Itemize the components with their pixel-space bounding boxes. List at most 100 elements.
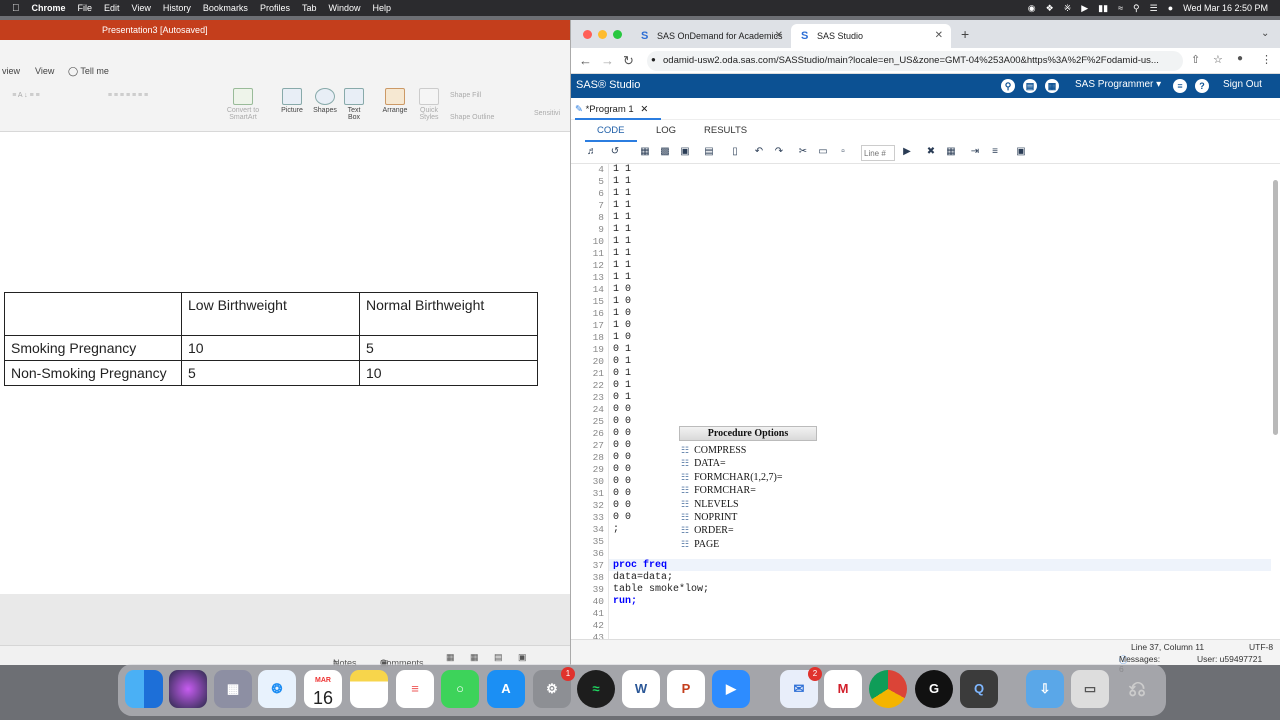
table-cell[interactable]: 10: [359, 360, 538, 386]
code-line[interactable]: 0 0: [613, 488, 631, 499]
table-cell[interactable]: Low Birthweight: [181, 292, 360, 336]
code-line[interactable]: 0 1: [613, 356, 631, 367]
indent-icon[interactable]: ⇥: [969, 146, 981, 158]
paragraph-controls[interactable]: ≡ ≡ ≡ ≡ ≡ ≡ ≡: [58, 92, 198, 99]
popup-option[interactable]: ☷ FORMCHAR=: [681, 485, 756, 496]
save-icon[interactable]: ▦: [639, 146, 651, 158]
mendeley-icon[interactable]: M: [824, 670, 862, 708]
share-icon[interactable]: ⇧: [1191, 53, 1200, 66]
popup-option[interactable]: ☷ DATA=: [681, 458, 726, 469]
table-cell[interactable]: [4, 292, 182, 336]
extension-icon[interactable]: ●: [1237, 53, 1243, 64]
popup-option[interactable]: ☷ FORMCHAR(1,2,7)=: [681, 472, 783, 483]
text-format-controls[interactable]: ≡ A ↓ ≡ ≡: [2, 92, 50, 99]
ribbon-tell-me[interactable]: ◯ Tell me: [68, 66, 109, 77]
launchpad-icon[interactable]: ▦: [214, 670, 252, 708]
procedure-options-popup[interactable]: Procedure Options ☷ COMPRESS ☷ DATA= ☷ FORMCH…: [679, 426, 817, 551]
quick-styles-button[interactable]: Quick Styles: [414, 88, 444, 121]
tab-log[interactable]: LOG: [656, 125, 676, 136]
back-icon[interactable]: ←: [579, 53, 592, 68]
app-store-icon[interactable]: A: [487, 670, 525, 708]
tab-results[interactable]: RESULTS: [704, 125, 747, 136]
finder-icon[interactable]: [125, 670, 163, 708]
clear-icon[interactable]: ✖: [925, 146, 937, 158]
code-line[interactable]: 1 0: [613, 308, 631, 319]
code-line[interactable]: 1 1: [613, 200, 631, 211]
popup-option[interactable]: ☷ NOPRINT: [681, 512, 737, 523]
word-icon[interactable]: W: [622, 670, 660, 708]
safari-icon[interactable]: ❂: [258, 670, 296, 708]
code-line[interactable]: 0 0: [613, 416, 631, 427]
menu-edit[interactable]: Edit: [104, 3, 120, 13]
slideshow-icon[interactable]: ▣: [518, 652, 527, 663]
code-line[interactable]: table smoke*low;: [613, 584, 709, 595]
reading-view-icon[interactable]: ▤: [494, 652, 503, 663]
siri-icon[interactable]: ●: [1168, 3, 1173, 13]
options-icon[interactable]: ▤: [1023, 79, 1037, 93]
forward-icon[interactable]: →: [601, 53, 614, 68]
tab-sas-studio[interactable]: S SAS Studio ✕: [791, 24, 951, 48]
tab-code[interactable]: CODE: [597, 125, 624, 136]
undo-icon[interactable]: ↶: [753, 146, 765, 158]
zoom-window-icon[interactable]: [613, 30, 622, 39]
menubar-clock[interactable]: Wed Mar 16 2:50 PM: [1183, 3, 1268, 13]
close-window-icon[interactable]: [583, 30, 592, 39]
code-line[interactable]: 0 1: [613, 344, 631, 355]
trash-icon[interactable]: ⎌: [1118, 670, 1156, 708]
menu-profiles[interactable]: Profiles: [260, 3, 290, 13]
table-cell[interactable]: Smoking Pregnancy: [4, 335, 182, 361]
copy-icon[interactable]: ▭: [817, 146, 829, 158]
popup-option[interactable]: ☷ ORDER=: [681, 525, 734, 536]
menu-file[interactable]: File: [78, 3, 93, 13]
code-line[interactable]: 0 0: [613, 452, 631, 463]
snippets-icon[interactable]: ≡: [989, 146, 1001, 158]
code-line[interactable]: 0 0: [613, 500, 631, 511]
code-line[interactable]: 1 1: [613, 236, 631, 247]
ribbon-tab-view-partial[interactable]: view: [2, 66, 20, 76]
paste-icon[interactable]: ▫: [837, 146, 849, 158]
code-line[interactable]: 1 1: [613, 224, 631, 235]
code-line[interactable]: 0 0: [613, 464, 631, 475]
code-line[interactable]: ;: [613, 524, 619, 535]
slide-sorter-icon[interactable]: ▦: [470, 652, 479, 663]
popup-option[interactable]: ☷ NLEVELS: [681, 499, 739, 510]
help-icon[interactable]: ?: [1195, 79, 1209, 93]
table-cell[interactable]: Non-Smoking Pregnancy: [4, 360, 182, 386]
code-line[interactable]: 1 1: [613, 188, 631, 199]
print-icon[interactable]: ▯: [729, 146, 741, 158]
control-center-icon[interactable]: ☰: [1150, 3, 1158, 14]
convert-smartart-button[interactable]: Convert to SmartArt: [220, 88, 266, 121]
code-line[interactable]: 1 1: [613, 260, 631, 271]
close-tab-icon[interactable]: ✕: [935, 30, 943, 41]
reminders-icon[interactable]: ≡: [396, 670, 434, 708]
search-icon[interactable]: ⚲: [1001, 79, 1015, 93]
calendar-icon[interactable]: MAR 16: [304, 670, 342, 708]
close-program-icon[interactable]: ✕: [640, 104, 648, 115]
menu-bookmarks[interactable]: Bookmarks: [203, 3, 248, 13]
editor-scrollbar[interactable]: [1273, 180, 1278, 435]
record-icon[interactable]: ◉: [1028, 3, 1036, 14]
format-code-icon[interactable]: ▦: [945, 146, 957, 158]
code-line[interactable]: 1 1: [613, 212, 631, 223]
picture-button[interactable]: Picture: [277, 88, 307, 114]
grid-icon[interactable]: ▦: [1045, 79, 1059, 93]
shape-outline-button[interactable]: Shape Outline: [450, 114, 525, 121]
code-line[interactable]: 1 1: [613, 272, 631, 283]
slide-canvas[interactable]: Low Birthweight Normal Birthweight Smoki…: [0, 132, 570, 594]
code-line[interactable]: 1 0: [613, 332, 631, 343]
menu-view[interactable]: View: [132, 3, 151, 13]
minimize-window-icon[interactable]: [598, 30, 607, 39]
sign-out-link[interactable]: Sign Out: [1223, 79, 1262, 90]
table-cell[interactable]: 10: [181, 335, 360, 361]
menu-icon[interactable]: ≡: [1173, 79, 1187, 93]
menu-history[interactable]: History: [163, 3, 191, 13]
menu-app-name[interactable]: Chrome: [32, 3, 66, 13]
system-settings-icon[interactable]: ⚙ 1: [533, 667, 575, 708]
menu-help[interactable]: Help: [372, 3, 391, 13]
download-icon[interactable]: ▣: [679, 146, 691, 158]
spotlight-search-icon[interactable]: ⚲: [1133, 3, 1140, 14]
quicktime-icon[interactable]: Q: [960, 670, 998, 708]
code-editor[interactable]: 4 5 6 7 8 9 10 11 12 13 14 15 16 17 18 19 20 21 22 23 24 25 26…: [571, 164, 1280, 639]
shapes-button[interactable]: Shapes: [310, 88, 340, 114]
code-line[interactable]: 1 1: [613, 248, 631, 259]
